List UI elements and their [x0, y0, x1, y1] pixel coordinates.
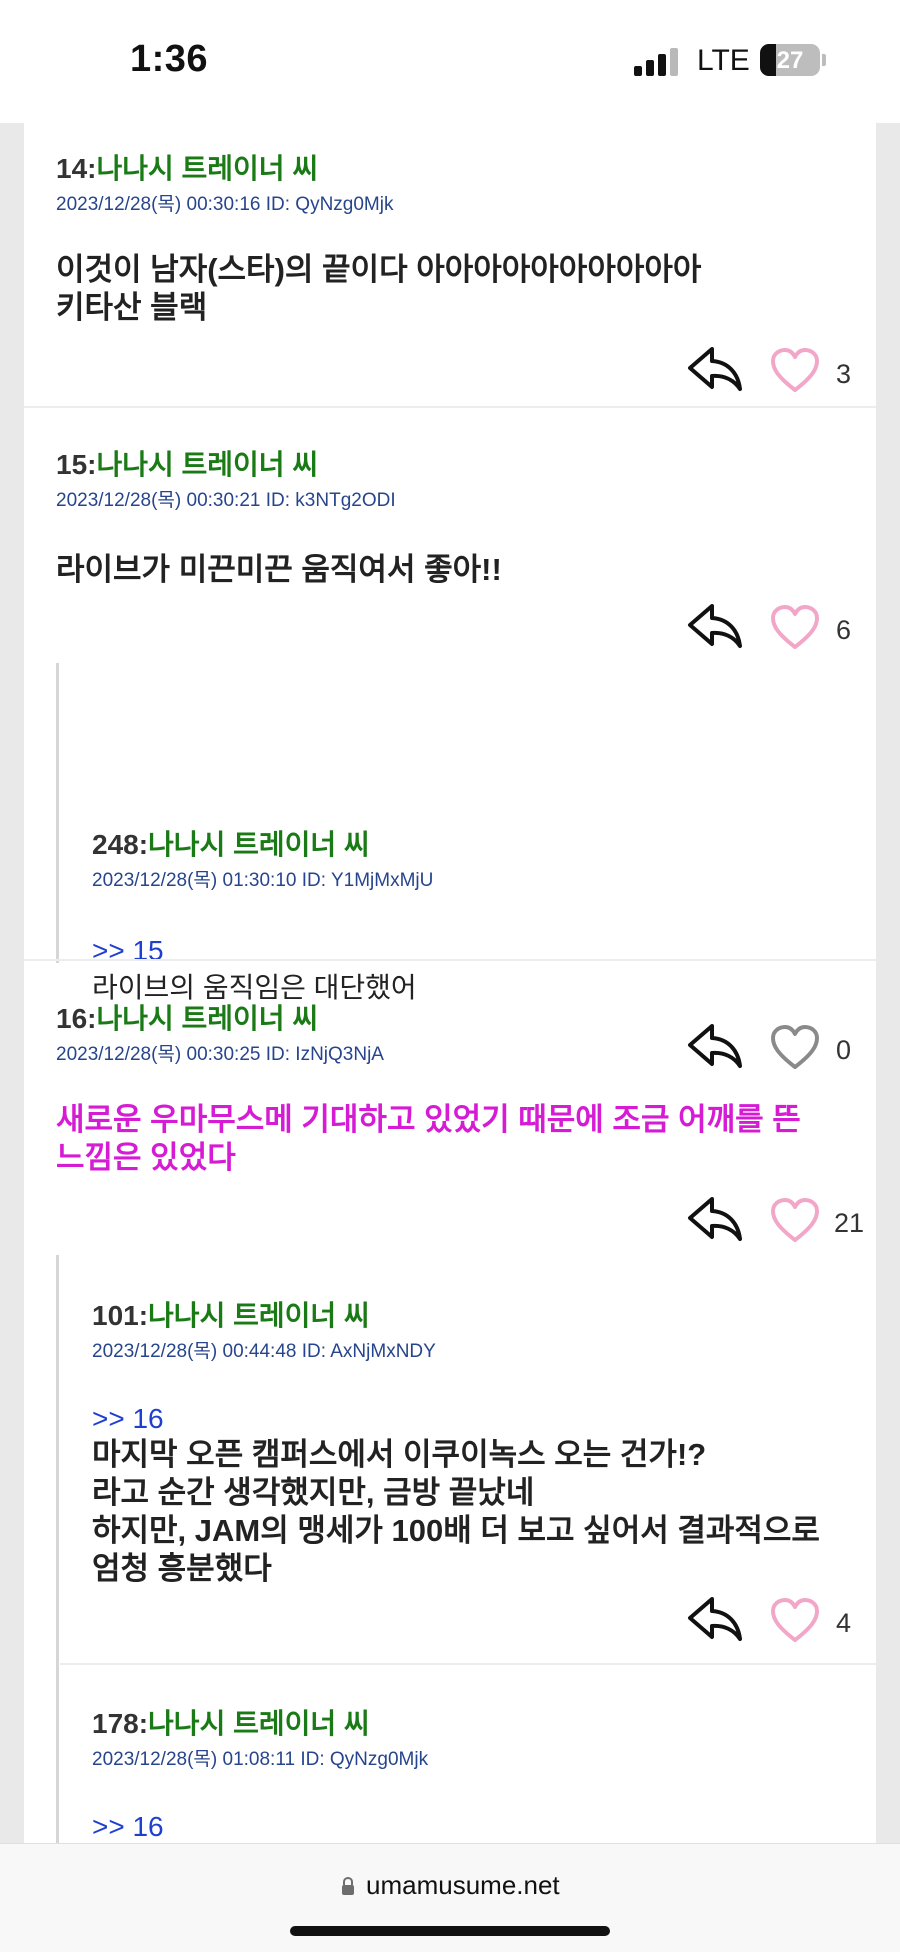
post-divider: [60, 1663, 876, 1665]
post-header: 15:나나시 트레이너 씨: [56, 443, 318, 483]
post-number: 15:: [56, 449, 97, 480]
battery-percent: 27: [776, 47, 804, 74]
status-bar: 1:36 LTE 27: [0, 0, 900, 123]
poster-name[interactable]: 나나시 트레이너 씨: [148, 829, 370, 860]
post-body: 이것이 남자(스타)의 끝이다 아아아아아아아아아아 키타산 블랙: [56, 252, 702, 325]
reply-anchor-link[interactable]: >> 15: [92, 935, 164, 967]
like-count: 6: [836, 615, 852, 645]
like-count: 3: [836, 359, 852, 389]
url-domain[interactable]: umamusume.net: [366, 1870, 560, 1901]
post-header: 101:나나시 트레이너 씨: [92, 1294, 370, 1334]
post-14: 14:나나시 트레이너 씨 2023/12/28(목) 00:30:16 ID:…: [24, 123, 876, 408]
thread-content[interactable]: 14:나나시 트레이너 씨 2023/12/28(목) 00:30:16 ID:…: [24, 123, 876, 1843]
heart-icon[interactable]: [770, 1197, 820, 1243]
reply-icon[interactable]: [686, 1593, 742, 1643]
battery-icon: 27: [760, 44, 820, 76]
post-header: 178:나나시 트레이너 씨: [92, 1702, 370, 1742]
post-header: 16:나나시 트레이너 씨: [56, 997, 318, 1037]
post-body: 마지막 오픈 캠퍼스에서 이쿠이녹스 오는 건가!? 라고 순간 생각했지만, …: [92, 1437, 820, 1586]
post-number: 248:: [92, 829, 149, 860]
reply-thread-line: [56, 1255, 59, 1843]
post-248-content: [24, 663, 876, 963]
post-divider: [24, 959, 876, 961]
post-meta: 2023/12/28(목) 01:08:11 ID: QyNzg0Mjk: [92, 1749, 429, 1770]
network-type: LTE: [697, 44, 750, 77]
reply-icon[interactable]: [686, 1020, 742, 1070]
like-count: 21: [834, 1208, 865, 1238]
reply-anchor-link[interactable]: >> 16: [92, 1403, 164, 1435]
poster-name[interactable]: 나나시 트레이너 씨: [148, 1300, 370, 1331]
reply-icon[interactable]: [686, 600, 742, 650]
browser-url-bar[interactable]: umamusume.net: [0, 1843, 900, 1952]
heart-icon[interactable]: [770, 604, 820, 650]
post-number: 101:: [92, 1300, 149, 1331]
status-time: 1:36: [130, 38, 209, 80]
lock-icon: [342, 1876, 354, 1895]
post-15: 15:나나시 트레이너 씨 2023/12/28(목) 00:30:21 ID:…: [24, 408, 876, 663]
post-meta: 2023/12/28(목) 00:30:16 ID: QyNzg0Mjk: [56, 194, 394, 215]
like-count: 4: [836, 1608, 852, 1638]
heart-icon[interactable]: [770, 1024, 820, 1070]
post-meta: 2023/12/28(목) 00:30:25 ID: IzNjQ3NjA: [56, 1044, 384, 1065]
post-header: 248:나나시 트레이너 씨: [92, 823, 370, 863]
heart-icon[interactable]: [770, 347, 820, 393]
post-meta: 2023/12/28(목) 00:44:48 ID: AxNjMxNDY: [92, 1341, 436, 1362]
post-body: 새로운 우마무스메 기대하고 있었기 때문에 조금 어깨를 뜬 느낌은 있었다: [56, 1102, 801, 1175]
heart-icon[interactable]: [770, 1597, 820, 1643]
reply-icon[interactable]: [686, 1193, 742, 1243]
poster-name[interactable]: 나나시 트레이너 씨: [148, 1708, 370, 1739]
home-indicator[interactable]: [290, 1926, 610, 1936]
post-number: 178:: [92, 1708, 149, 1739]
like-count: 0: [836, 1035, 852, 1065]
reply-icon[interactable]: [686, 343, 742, 393]
post-header: 14:나나시 트레이너 씨: [56, 147, 318, 187]
post-meta: 2023/12/28(목) 01:30:10 ID: Y1MjMxMjU: [92, 870, 434, 891]
reply-anchor-link[interactable]: >> 16: [92, 1811, 164, 1843]
post-meta: 2023/12/28(목) 00:30:21 ID: k3NTg2ODI: [56, 490, 396, 511]
poster-name[interactable]: 나나시 트레이너 씨: [96, 153, 318, 184]
post-body: 라이브가 미끈미끈 움직여서 좋아!!: [56, 552, 502, 587]
signal-icon: [634, 46, 680, 76]
post-number: 14:: [56, 153, 97, 184]
poster-name[interactable]: 나나시 트레이너 씨: [96, 1003, 318, 1034]
poster-name[interactable]: 나나시 트레이너 씨: [96, 449, 318, 480]
battery-tip: [822, 54, 826, 66]
post-number: 16:: [56, 1003, 97, 1034]
